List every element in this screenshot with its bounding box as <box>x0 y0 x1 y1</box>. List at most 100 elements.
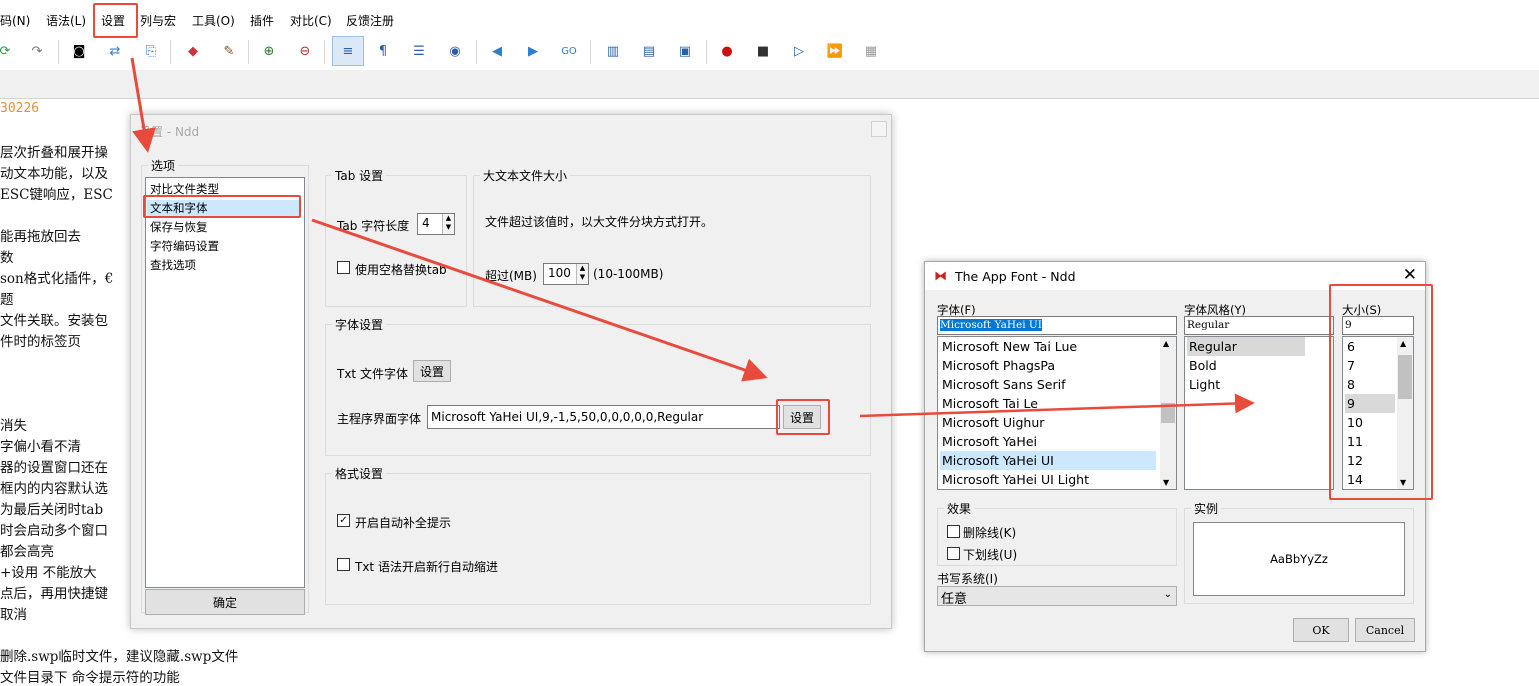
font-ok-button[interactable]: OK <box>1293 618 1349 642</box>
sync-v-icon[interactable]: ▥ <box>602 40 624 62</box>
menu-encoding[interactable]: 码(N) <box>0 12 30 29</box>
editor-line: son格式化插件，€ <box>0 271 114 287</box>
main-font-field[interactable]: Microsoft YaHei UI,9,-1,5,50,0,0,0,0,0,R… <box>427 405 780 429</box>
size-item[interactable]: 11 <box>1347 434 1363 449</box>
menu-column-macro[interactable]: 列与宏 <box>140 12 176 29</box>
size-item[interactable]: 12 <box>1347 453 1363 468</box>
toolbar: ⟳ ↷ ◙ ⇄ ⎘ ◆ ✎ ⊕ ⊖ ≡ ¶ ☰ ◉ ◀ ▶ GO ▥ ▤ ▣ ●… <box>0 34 1539 71</box>
bigfile-desc: 文件超过该值时，以大文件分块方式打开。 <box>485 215 714 229</box>
font-list[interactable]: Microsoft New Tai Lue Microsoft PhagsPa … <box>937 336 1177 490</box>
editor-line: 动文本功能，以及 <box>0 166 108 182</box>
redo-icon[interactable]: ↷ <box>26 40 48 62</box>
options-list[interactable]: 对比文件类型 文本和字体 保存与恢复 字符编码设置 查找选项 <box>145 177 305 588</box>
brush-icon[interactable]: ✎ <box>218 40 240 62</box>
size-item[interactable]: 10 <box>1347 415 1363 430</box>
font-list-item[interactable]: Microsoft YaHei UI Light <box>942 472 1089 487</box>
menu-syntax[interactable]: 语法(L) <box>46 12 86 29</box>
size-item[interactable]: 14 <box>1347 472 1363 487</box>
monitor-icon[interactable]: ▣ <box>674 40 696 62</box>
option-encoding[interactable]: 字符编码设置 <box>150 238 219 254</box>
scroll-down-icon[interactable]: ▼ <box>1163 478 1169 487</box>
target-icon[interactable]: ◉ <box>444 40 466 62</box>
font-list-item[interactable]: Microsoft Sans Serif <box>942 377 1066 392</box>
scroll-up-icon[interactable]: ▲ <box>1163 339 1169 348</box>
font-list-item[interactable]: Microsoft Tai Le <box>942 396 1038 411</box>
style-item[interactable]: Bold <box>1189 358 1217 373</box>
menu-tools[interactable]: 工具(O) <box>192 12 235 29</box>
size-item[interactable]: 6 <box>1347 339 1355 354</box>
replace-icon[interactable]: ⇄ <box>104 40 126 62</box>
bookmark-icon[interactable]: ⎘ <box>140 40 162 62</box>
size-list-scrollbar[interactable]: ▲ ▼ <box>1397 337 1413 489</box>
size-item[interactable]: 7 <box>1347 358 1355 373</box>
font-cancel-button[interactable]: Cancel <box>1355 618 1415 642</box>
use-space-label: 使用空格替换tab <box>355 263 447 277</box>
spinner-arrows-icon[interactable]: ▲ ▼ <box>576 264 588 284</box>
refresh-icon[interactable]: ⟳ <box>0 40 16 62</box>
font-list-item[interactable]: Microsoft YaHei <box>942 434 1037 449</box>
zoom-in-icon[interactable]: ⊕ <box>258 40 280 62</box>
scroll-thumb[interactable] <box>1161 403 1175 423</box>
font-list-item[interactable]: Microsoft New Tai Lue <box>942 339 1077 354</box>
close-icon[interactable]: ✕ <box>1403 265 1417 285</box>
prev-icon[interactable]: ◀ <box>486 40 508 62</box>
txt-font-button[interactable]: 设置 <box>413 360 451 382</box>
font-dialog: ⧓ The App Font - Ndd ✕ 字体(F) Microsoft Y… <box>924 261 1426 652</box>
font-list-item-selected[interactable]: Microsoft YaHei UI <box>940 451 1156 470</box>
scroll-thumb[interactable] <box>1398 355 1412 399</box>
stop-icon[interactable]: ■ <box>752 40 774 62</box>
close-button[interactable] <box>871 121 887 137</box>
play-icon[interactable]: ▷ <box>788 40 810 62</box>
font-list-scrollbar[interactable]: ▲ ▼ <box>1160 337 1176 489</box>
size-item[interactable]: 8 <box>1347 377 1355 392</box>
style-item-selected[interactable]: Regular <box>1187 337 1305 356</box>
bigfile-value: 100 <box>548 266 571 280</box>
underline-checkbox[interactable] <box>947 547 960 560</box>
option-save-restore[interactable]: 保存与恢复 <box>150 219 208 235</box>
editor-line: 都会高亮 <box>0 544 54 560</box>
menu-plugins[interactable]: 插件 <box>250 12 274 29</box>
editor-line: 为最后关闭时tab <box>0 502 104 518</box>
toolbar-divider <box>706 40 707 64</box>
indent-icon[interactable]: ☰ <box>408 40 430 62</box>
record-icon[interactable]: ● <box>716 40 738 62</box>
autoindent-checkbox[interactable] <box>337 558 350 571</box>
font-list-item[interactable]: Microsoft Uighur <box>942 415 1044 430</box>
eraser-icon[interactable]: ◆ <box>182 40 204 62</box>
menu-compare[interactable]: 对比(C) <box>290 12 332 29</box>
size-field[interactable]: 9 <box>1342 316 1414 335</box>
pilcrow-icon[interactable]: ¶ <box>372 40 394 62</box>
menu-settings[interactable]: 设置 <box>101 12 125 29</box>
scroll-down-icon[interactable]: ▼ <box>1400 478 1406 487</box>
main-font-button[interactable]: 设置 <box>783 405 821 429</box>
wrap-icon[interactable]: ≡ <box>332 36 364 66</box>
bigfile-spinner[interactable]: 100 ▲ ▼ <box>543 263 589 285</box>
tab-length-spinner[interactable]: 4 ▲ ▼ <box>417 213 455 235</box>
save-macro-icon[interactable]: ▦ <box>860 40 882 62</box>
option-text-font[interactable]: 文本和字体 <box>147 200 300 216</box>
sync-h-icon[interactable]: ▤ <box>638 40 660 62</box>
size-item-selected[interactable]: 9 <box>1345 394 1395 413</box>
strikeout-checkbox[interactable] <box>947 525 960 538</box>
fast-play-icon[interactable]: ⏩ <box>824 40 846 62</box>
style-field[interactable]: Regular <box>1184 316 1334 335</box>
style-list[interactable]: Regular Bold Light <box>1184 336 1334 490</box>
use-space-checkbox[interactable] <box>337 261 350 274</box>
zoom-out-icon[interactable]: ⊖ <box>294 40 316 62</box>
writing-system-select[interactable]: 任意 ⌄ <box>937 586 1177 606</box>
scroll-up-icon[interactable]: ▲ <box>1400 339 1406 348</box>
font-list-item[interactable]: Microsoft PhagsPa <box>942 358 1055 373</box>
size-list[interactable]: 6 7 8 9 10 11 12 14 ▲ ▼ <box>1342 336 1414 490</box>
font-name-field[interactable]: Microsoft YaHei UI <box>937 316 1177 335</box>
next-icon[interactable]: ▶ <box>522 40 544 62</box>
binoculars-icon[interactable]: ◙ <box>68 40 90 62</box>
menu-feedback[interactable]: 反馈注册 <box>346 12 394 29</box>
go-icon[interactable]: GO <box>558 40 580 62</box>
sample-preview: AaBbYyZz <box>1193 522 1405 596</box>
autocomplete-checkbox[interactable]: ✓ <box>337 514 350 527</box>
ok-button[interactable]: 确定 <box>145 589 305 615</box>
option-find[interactable]: 查找选项 <box>150 257 196 273</box>
option-compare-filetype[interactable]: 对比文件类型 <box>150 181 219 197</box>
style-item[interactable]: Light <box>1189 377 1220 392</box>
spinner-arrows-icon[interactable]: ▲ ▼ <box>442 214 454 234</box>
